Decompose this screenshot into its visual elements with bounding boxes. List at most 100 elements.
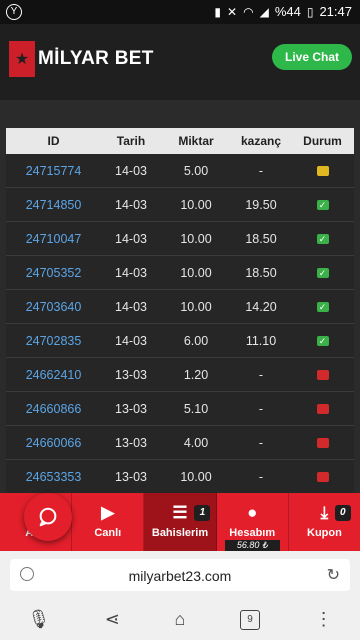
column-header-kazanc: kazanç	[240, 134, 282, 148]
column-header-miktar: Miktar	[178, 134, 214, 148]
url-text[interactable]: milyarbet23.com	[10, 568, 350, 584]
bet-id-link[interactable]: 24710047	[6, 232, 101, 246]
lock-icon: ▮	[214, 4, 222, 19]
table-row[interactable]: 24715774 14-03 5.00 -	[6, 154, 354, 188]
bet-date: 14-03	[115, 265, 147, 280]
more-menu-icon[interactable]: ⋮	[315, 609, 333, 630]
bet-id-link[interactable]: 24715774	[6, 164, 101, 178]
brand-name: MİLYAR BET	[38, 48, 154, 69]
bet-id-link[interactable]: 24653353	[6, 470, 101, 484]
table-body: 24715774 14-03 5.00 - 24714850 14-03 10.00 19.5…	[6, 154, 354, 494]
bet-status: ✓	[291, 300, 354, 314]
nav-kupon-label: Kupon	[307, 527, 342, 539]
star-icon: ★	[14, 51, 30, 68]
bet-amount: 5.00	[183, 163, 209, 178]
bet-amount: 10.00	[180, 299, 212, 314]
bet-amount: 6.00	[183, 333, 209, 348]
table-row[interactable]: 24662410 13-03 1.20 -	[6, 358, 354, 392]
live-chat-button[interactable]: Live Chat	[272, 44, 352, 70]
status-pending-icon	[316, 166, 329, 177]
brand-logo[interactable]: ★ MİLYAR BET	[9, 41, 154, 77]
nav-kupon[interactable]: ⤓ 0 Kupon	[289, 493, 360, 551]
table-row[interactable]: 24710047 14-03 10.00 18.50 ✓	[6, 222, 354, 256]
nav-hesabim[interactable]: ● Hesabım 56.80 ₺	[217, 493, 289, 551]
bet-id-link[interactable]: 24703640	[6, 300, 101, 314]
clock: 21:47	[319, 4, 352, 19]
browser-url-bar: milyarbet23.com ↻	[0, 551, 360, 599]
bet-winnings: 19.50	[245, 197, 277, 212]
microphone-icon[interactable]: 🎙	[27, 609, 50, 630]
reload-icon[interactable]: ↻	[327, 565, 340, 585]
site-header: ★ MİLYAR BET Live Chat	[0, 24, 360, 100]
table-row[interactable]: 24702835 14-03 6.00 11.10 ✓	[6, 324, 354, 358]
bet-winnings: 18.50	[245, 265, 277, 280]
column-header-id: ID	[47, 134, 60, 148]
kupon-badge: 0	[334, 505, 351, 521]
battery-icon: ▯	[306, 4, 314, 19]
user-icon: ●	[247, 503, 258, 522]
table-row[interactable]: 24714850 14-03 10.00 19.50 ✓	[6, 188, 354, 222]
nav-bahislerim-label: Bahislerim	[151, 527, 209, 539]
status-right: ▮ ✕ ◠ ◢ %44 ▯ 21:47	[214, 4, 352, 19]
signal-icon: ◢	[259, 4, 269, 19]
bet-date: 13-03	[115, 401, 147, 416]
logo-mark: ★	[9, 41, 35, 77]
bet-winnings: -	[258, 401, 264, 416]
table-row[interactable]: 24703640 14-03 10.00 14.20 ✓	[6, 290, 354, 324]
account-balance: 56.80 ₺	[224, 540, 280, 551]
bet-amount: 1.20	[183, 367, 209, 382]
bet-id-link[interactable]: 24702835	[6, 334, 101, 348]
bet-date: 14-03	[115, 163, 147, 178]
address-field[interactable]: milyarbet23.com ↻	[10, 559, 350, 591]
play-icon: ▶	[101, 503, 115, 522]
bet-amount: 5.10	[183, 401, 209, 416]
table-row[interactable]: 24653353 13-03 10.00 -	[6, 460, 354, 494]
table-row[interactable]: 24660866 13-03 5.10 -	[6, 392, 354, 426]
status-won-icon: ✓	[316, 234, 329, 245]
status-bar: Y ▮ ✕ ◠ ◢ %44 ▯ 21:47	[0, 0, 360, 24]
bet-id-link[interactable]: 24705352	[6, 266, 101, 280]
bet-winnings: -	[258, 469, 264, 484]
bet-status	[291, 402, 354, 416]
status-won-icon: ✓	[316, 302, 329, 313]
nav-canli[interactable]: ▶ Canlı	[72, 493, 145, 551]
bet-status: ✓	[291, 198, 354, 212]
bet-date: 14-03	[115, 231, 147, 246]
bet-id-link[interactable]: 24660066	[6, 436, 101, 450]
home-icon[interactable]: ⌂	[175, 609, 186, 630]
status-won-icon: ✓	[316, 200, 329, 211]
tabs-button[interactable]: 9	[240, 609, 261, 630]
bet-status	[291, 164, 354, 178]
bet-date: 13-03	[115, 469, 147, 484]
bet-winnings: 14.20	[245, 299, 277, 314]
chat-fab-button[interactable]	[24, 493, 72, 541]
bet-winnings: 11.10	[245, 333, 277, 348]
status-lost-icon	[316, 438, 329, 449]
nav-hesabim-label: Hesabım	[229, 527, 276, 539]
wifi-icon: ◠	[243, 4, 254, 19]
bet-status: ✓	[291, 266, 354, 280]
bet-id-link[interactable]: 24714850	[6, 198, 101, 212]
status-lost-icon	[316, 472, 329, 483]
status-won-icon: ✓	[316, 268, 329, 279]
bet-status	[291, 436, 354, 450]
table-row[interactable]: 24660066 13-03 4.00 -	[6, 426, 354, 460]
bet-winnings: -	[258, 163, 264, 178]
bet-amount: 10.00	[180, 469, 212, 484]
bet-id-link[interactable]: 24660866	[6, 402, 101, 416]
bet-winnings: -	[258, 367, 264, 382]
bet-id-link[interactable]: 24662410	[6, 368, 101, 382]
browser-toolbar: 🎙 ⋖ ⌂ 9 ⋮	[0, 599, 360, 640]
chat-bubble-icon	[39, 507, 57, 527]
bet-winnings: 18.50	[245, 231, 277, 246]
bet-amount: 10.00	[180, 197, 212, 212]
nav-bahislerim[interactable]: ☰ 1 Bahislerim	[144, 493, 217, 551]
share-icon[interactable]: ⋖	[105, 609, 120, 630]
bet-date: 14-03	[115, 197, 147, 212]
yandex-icon: Y	[6, 4, 22, 20]
table-row[interactable]: 24705352 14-03 10.00 18.50 ✓	[6, 256, 354, 290]
table-header: ID Tarih Miktar kazanç Durum	[6, 128, 354, 154]
bet-amount: 10.00	[180, 265, 212, 280]
bet-status: ✓	[291, 232, 354, 246]
bets-table: ID Tarih Miktar kazanç Durum 24715774 14-…	[6, 128, 354, 494]
